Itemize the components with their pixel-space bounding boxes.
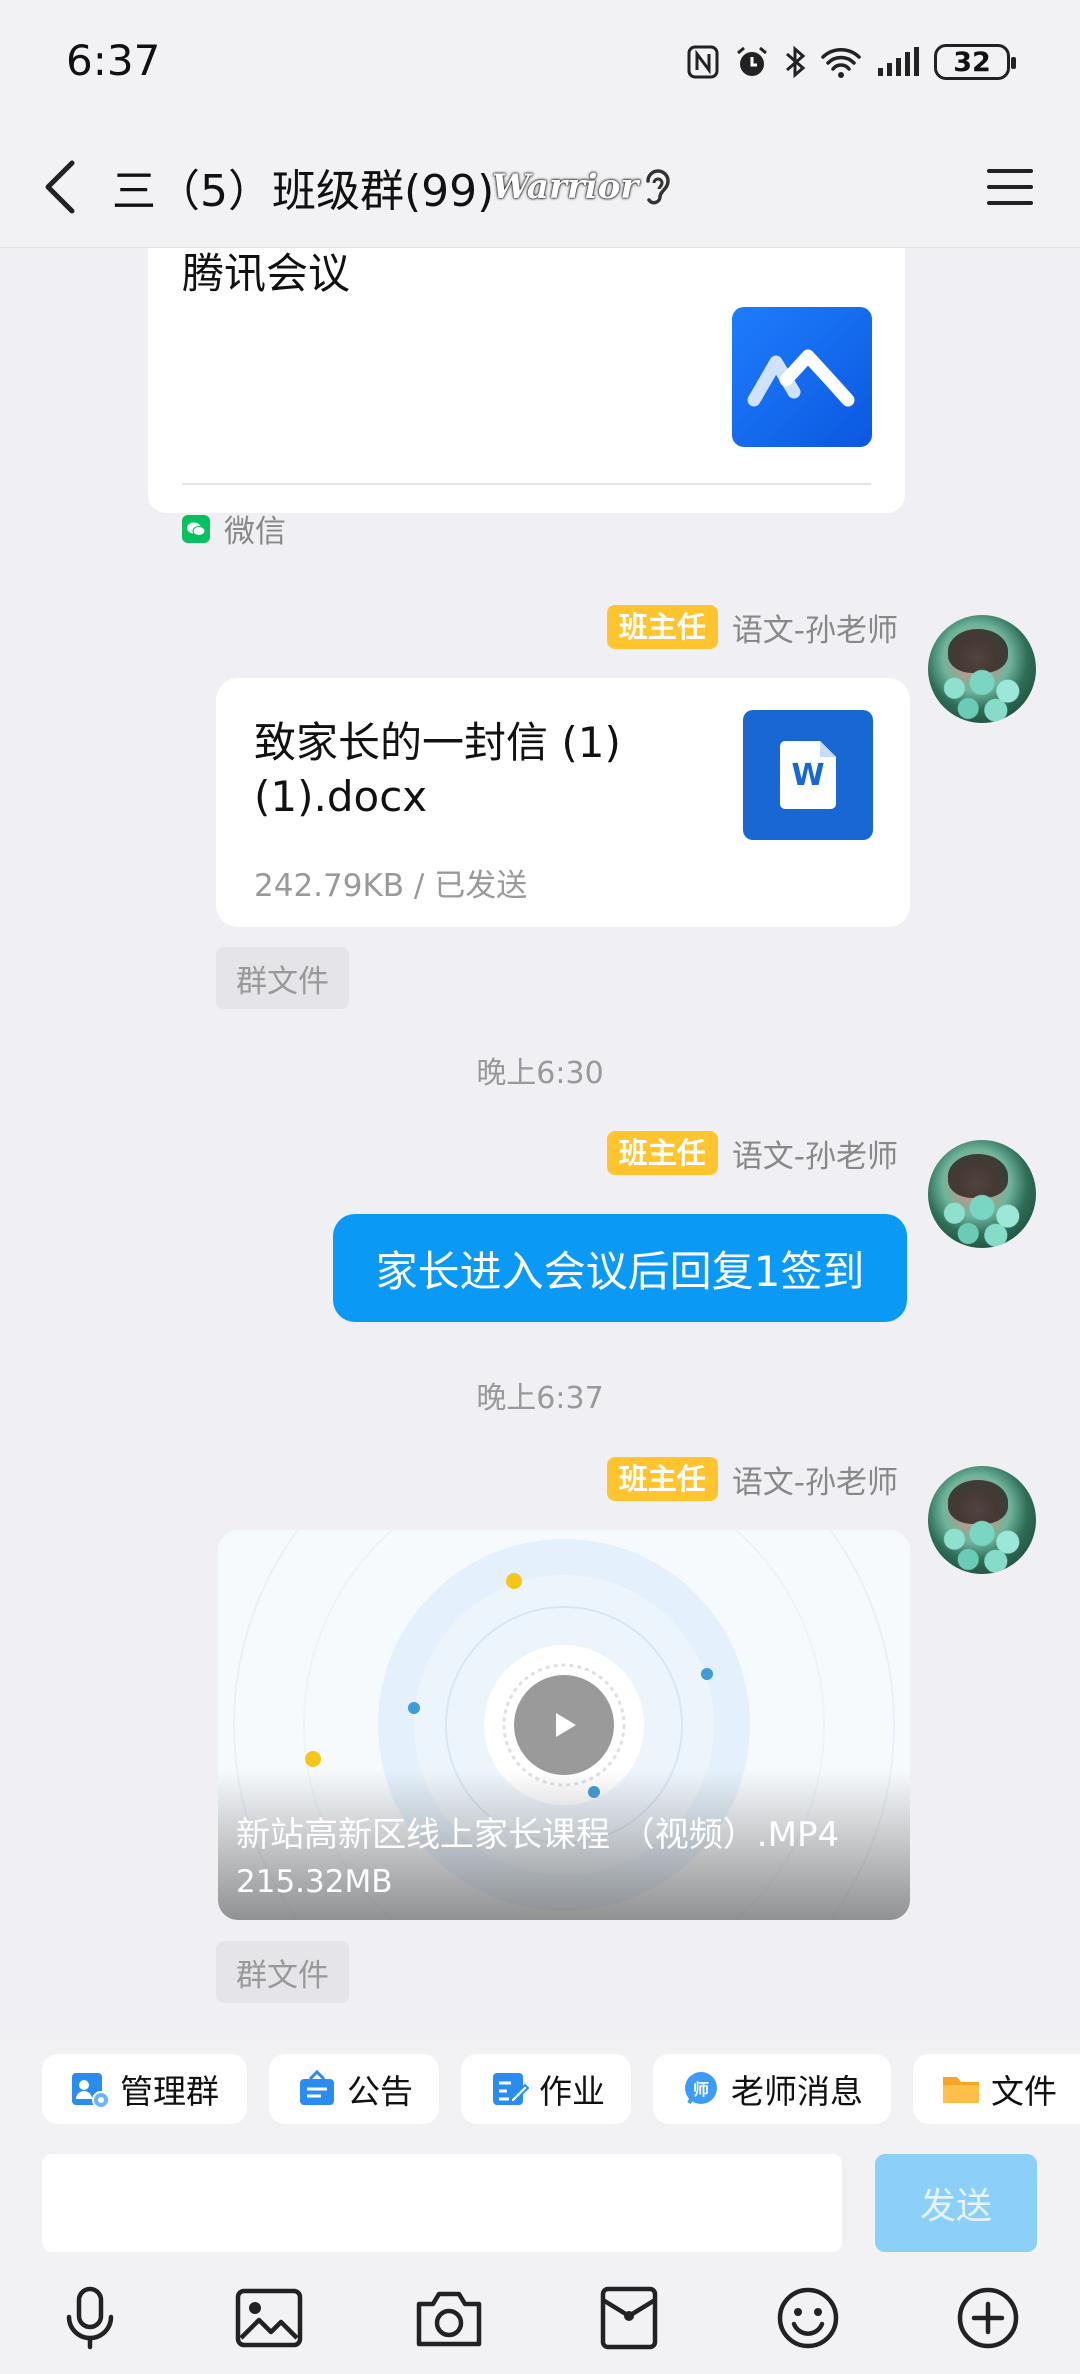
signal-icon	[876, 46, 920, 78]
chat-header: 三（5）班级群(99) Warrior	[0, 125, 1080, 248]
alarm-icon	[734, 44, 770, 80]
video-message[interactable]: 新站高新区线上家长课程 （视频）.MP4 215.32MB	[218, 1530, 910, 1920]
sender-name[interactable]: 语文-孙老师	[732, 1457, 898, 1502]
quick-action-teacher-message[interactable]: 师 老师消息	[653, 2054, 891, 2124]
shared-card[interactable]: 腾讯会议 微信	[148, 248, 905, 550]
manage-group-icon	[72, 2073, 110, 2109]
time-label: 晚上6:30	[476, 1056, 604, 1091]
status-icons: 32	[686, 40, 1016, 84]
image-icon	[235, 2288, 303, 2348]
quick-action-label: 作业	[539, 2072, 605, 2111]
plus-circle-icon	[957, 2287, 1019, 2349]
avatar[interactable]	[928, 615, 1036, 723]
file-meta: 242.79KB / 已发送	[254, 868, 528, 904]
quick-action-announcement[interactable]: 公告	[269, 2054, 439, 2124]
nfc-icon	[686, 44, 720, 80]
menu-button[interactable]	[980, 157, 1040, 217]
camera-icon	[416, 2291, 482, 2347]
time-label: 晚上6:37	[476, 1381, 604, 1416]
chevron-left-icon	[45, 160, 75, 214]
quick-action-manage-group[interactable]: 管理群	[42, 2054, 247, 2124]
card-divider	[182, 483, 871, 485]
red-packet-icon	[600, 2286, 658, 2350]
file-message[interactable]: 致家长的一封信 (1)(1).docx 242.79KB / 已发送 W	[216, 678, 910, 927]
battery-level: 32	[953, 46, 991, 78]
microphone-icon	[66, 2286, 114, 2350]
file-name: 致家长的一封信 (1)(1).docx	[254, 718, 621, 821]
group-level-badge[interactable]: Warrior	[492, 160, 639, 214]
more-button[interactable]	[948, 2278, 1028, 2358]
text-message[interactable]: 家长进入会议后回复1签到	[333, 1214, 907, 1322]
quick-action-label: 文件	[991, 2072, 1057, 2111]
battery-icon: 32	[934, 44, 1016, 80]
wifi-icon	[820, 45, 862, 79]
sender-row: 班主任 语文-孙老师	[606, 604, 898, 650]
shared-card-title: 腾讯会议	[182, 249, 351, 298]
gallery-button[interactable]	[229, 2278, 309, 2358]
teacher-message-icon: 师	[685, 2072, 717, 2104]
message-composer: 发送	[0, 2130, 1080, 2270]
quick-action-label: 管理群	[120, 2072, 219, 2111]
quick-action-label: 公告	[347, 2072, 413, 2111]
group-file-tag[interactable]: 群文件	[216, 947, 349, 1009]
folder-icon	[943, 2077, 979, 2103]
sender-row: 班主任 语文-孙老师	[606, 1130, 898, 1176]
announcement-icon	[300, 2069, 334, 2105]
sender-name[interactable]: 语文-孙老师	[732, 1131, 898, 1176]
word-file-icon: W	[743, 710, 873, 840]
svg-text:师: 师	[693, 2080, 709, 2099]
role-badge: 班主任	[606, 1131, 718, 1175]
emoji-button[interactable]	[768, 2278, 848, 2358]
camera-button[interactable]	[409, 2278, 489, 2358]
emoji-icon	[777, 2287, 839, 2349]
status-time: 6:37	[66, 36, 161, 85]
composer-toolbar	[0, 2270, 1080, 2374]
card-source-label: 微信	[224, 514, 286, 550]
sender-name[interactable]: 语文-孙老师	[732, 605, 898, 650]
ear-icon[interactable]	[640, 163, 674, 213]
card-source: 微信	[182, 506, 286, 551]
message-input[interactable]	[42, 2154, 842, 2252]
status-bar: 6:37 32	[0, 0, 1080, 125]
bluetooth-icon	[784, 44, 806, 80]
back-button[interactable]	[30, 155, 90, 219]
play-button[interactable]	[514, 1675, 614, 1775]
homework-icon	[493, 2073, 529, 2105]
video-size: 215.32MB	[236, 1864, 393, 1900]
role-badge: 班主任	[606, 605, 718, 649]
quick-action-files[interactable]: 文件	[913, 2054, 1080, 2124]
red-packet-button[interactable]	[589, 2278, 669, 2358]
wechat-icon	[182, 514, 210, 543]
video-title: 新站高新区线上家长课程 （视频）.MP4	[236, 1815, 840, 1855]
group-file-tag[interactable]: 群文件	[216, 1941, 349, 2003]
chat-messages[interactable]: 腾讯会议 微信 班主任 语文-孙老师 致家长的一封信 (1)(1).docx 2…	[0, 248, 1080, 2040]
quick-action-label: 老师消息	[731, 2072, 863, 2111]
role-badge: 班主任	[606, 1457, 718, 1501]
tencent-meeting-logo-icon	[732, 307, 872, 447]
play-icon	[556, 1713, 576, 1737]
menu-icon	[987, 169, 1033, 205]
chat-title[interactable]: 三（5）班级群(99)	[112, 155, 494, 219]
quick-action-homework[interactable]: 作业	[461, 2054, 631, 2124]
sender-row: 班主任 语文-孙老师	[606, 1456, 898, 1502]
avatar[interactable]	[928, 1140, 1036, 1248]
send-button[interactable]: 发送	[875, 2154, 1037, 2252]
voice-button[interactable]	[50, 2278, 130, 2358]
avatar[interactable]	[928, 1466, 1036, 1574]
